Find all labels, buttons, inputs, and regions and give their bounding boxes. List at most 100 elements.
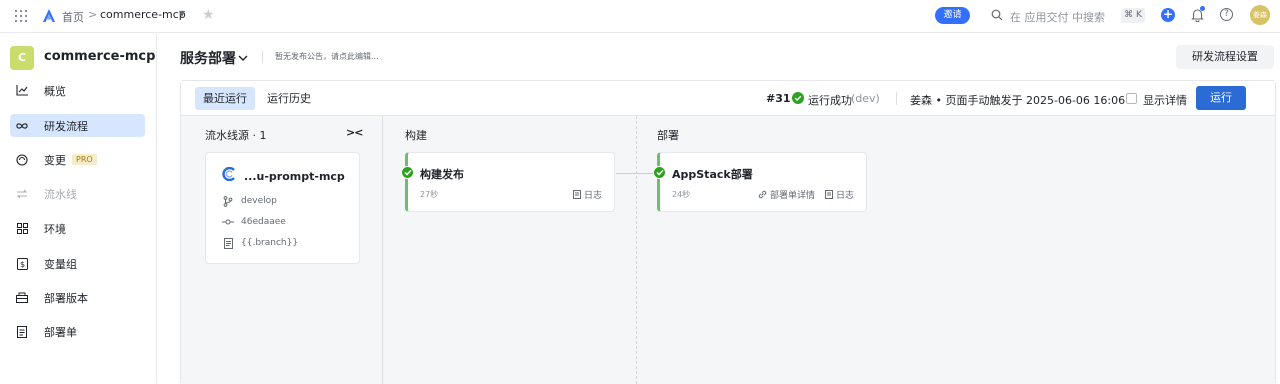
log-link[interactable]: 日志 bbox=[825, 188, 854, 201]
collapse-icon[interactable]: >< bbox=[346, 126, 363, 139]
shortcut-badge: ⌘ K bbox=[1121, 8, 1145, 23]
sidebar-item-variable-group[interactable]: $ 变量组 bbox=[10, 252, 145, 275]
sidebar-item-label: 部署版本 bbox=[44, 291, 88, 305]
sidebar-item-pipeline[interactable]: 流水线 bbox=[10, 182, 145, 205]
source-name: ...u-prompt-mcp bbox=[244, 170, 345, 183]
stage-title-build: 构建 bbox=[405, 129, 427, 142]
sidebar-item-label: 研发流程 bbox=[44, 119, 88, 133]
top-bar: 首页 > commerce-mcp ▼ ★ 邀请 在 应用交付 中搜索 ⌘ K … bbox=[0, 0, 1280, 33]
log-icon bbox=[573, 190, 581, 199]
sidebar-item-overview[interactable]: 概览 bbox=[10, 79, 145, 102]
document-icon bbox=[222, 237, 234, 249]
project-badge: C bbox=[10, 46, 34, 70]
svg-text:$: $ bbox=[19, 260, 24, 269]
column-divider bbox=[636, 116, 637, 384]
run-env: (dev) bbox=[851, 92, 880, 105]
sidebar-item-label: 概览 bbox=[44, 84, 66, 98]
document-icon bbox=[16, 325, 28, 338]
source-commit: 46edaaee bbox=[241, 217, 286, 227]
deploy-detail-link[interactable]: 部署单详情 bbox=[758, 188, 815, 201]
package-icon bbox=[16, 292, 28, 304]
breadcrumb-home[interactable]: 首页 bbox=[62, 9, 84, 25]
logo-icon[interactable] bbox=[42, 8, 56, 26]
pipeline-icon bbox=[16, 188, 28, 200]
pro-badge: PRO bbox=[72, 154, 97, 165]
commit-icon bbox=[222, 218, 234, 226]
branch-icon bbox=[222, 195, 234, 207]
search-input[interactable]: 在 应用交付 中搜索 bbox=[1010, 9, 1105, 25]
tab-run-history[interactable]: 运行历史 bbox=[259, 87, 319, 110]
link-icon bbox=[758, 190, 767, 199]
deploy-detail-label: 部署单详情 bbox=[770, 191, 816, 201]
log-label: 日志 bbox=[836, 191, 855, 201]
announcement-text[interactable]: 暂无发布公告，请点此编辑... bbox=[275, 51, 379, 62]
sidebar-item-label: 变更 bbox=[44, 153, 66, 167]
column-divider bbox=[382, 116, 383, 384]
change-icon bbox=[16, 153, 28, 166]
variable-icon: $ bbox=[16, 257, 28, 270]
run-panel-header: 最近运行 运行历史 #31 运行成功 (dev) 姜森 • 页面手动触发于 20… bbox=[181, 81, 1275, 116]
source-branch: develop bbox=[241, 196, 277, 206]
job-card-deploy[interactable]: AppStack部署 24秒 部署单详情 日志 bbox=[653, 152, 867, 212]
grid-icon bbox=[16, 223, 28, 235]
job-duration: 27秒 bbox=[420, 190, 439, 199]
divider bbox=[896, 92, 897, 105]
chevron-down-icon[interactable] bbox=[238, 51, 248, 65]
job-name: 构建发布 bbox=[420, 168, 464, 181]
job-duration: 24秒 bbox=[672, 190, 691, 199]
sidebar-item-label: 环境 bbox=[44, 222, 66, 236]
page-title[interactable]: 服务部署 bbox=[180, 48, 236, 68]
check-circle-icon bbox=[401, 166, 414, 179]
invite-button[interactable]: 邀请 bbox=[935, 7, 970, 24]
divider bbox=[262, 51, 263, 63]
show-details-label[interactable]: 显示详情 bbox=[1143, 92, 1187, 108]
run-panel: 最近运行 运行历史 #31 运行成功 (dev) 姜森 • 页面手动触发于 20… bbox=[180, 80, 1276, 384]
check-circle-icon bbox=[653, 166, 666, 179]
infinity-icon bbox=[16, 120, 28, 132]
sidebar-item-label: 流水线 bbox=[44, 187, 77, 201]
run-button[interactable]: 运行 bbox=[1196, 86, 1246, 110]
source-ref-row: {{.branch}} bbox=[222, 236, 298, 250]
avatar[interactable]: 姜森 bbox=[1250, 5, 1270, 25]
repo-logo-icon bbox=[222, 166, 236, 184]
star-icon[interactable]: ★ bbox=[202, 7, 215, 23]
notification-dot bbox=[1200, 6, 1205, 11]
log-label: 日志 bbox=[584, 191, 603, 201]
check-circle-icon bbox=[792, 92, 804, 107]
sidebar-item-change[interactable]: 变更 PRO bbox=[10, 148, 145, 171]
job-card-build[interactable]: 构建发布 27秒 日志 bbox=[401, 152, 615, 212]
sidebar-item-label: 变量组 bbox=[44, 257, 77, 271]
sidebar-item-deploy-order[interactable]: 部署单 bbox=[10, 320, 145, 343]
source-ref: {{.branch}} bbox=[241, 238, 299, 248]
source-commit-row: 46edaaee bbox=[222, 215, 286, 229]
help-icon[interactable]: ? bbox=[1220, 8, 1233, 21]
search-icon[interactable] bbox=[991, 9, 1003, 24]
main-content: 服务部署 暂无发布公告，请点此编辑... 研发流程设置 最近运行 运行历史 #3… bbox=[158, 34, 1280, 384]
trigger-info: 姜森 • 页面手动触发于 2025-06-06 16:06 bbox=[910, 94, 1126, 107]
source-branch-row: develop bbox=[222, 194, 277, 208]
run-number[interactable]: #31 bbox=[766, 92, 791, 105]
source-card[interactable]: ...u-prompt-mcp develop 46edaaee {{.bran… bbox=[205, 152, 360, 264]
dev-flow-settings-button[interactable]: 研发流程设置 bbox=[1176, 45, 1274, 69]
create-button[interactable]: + bbox=[1161, 8, 1175, 22]
app-grid-icon[interactable] bbox=[15, 10, 27, 22]
chevron-down-icon[interactable]: ▼ bbox=[179, 9, 185, 18]
sidebar-item-label: 部署单 bbox=[44, 325, 77, 339]
job-name: AppStack部署 bbox=[672, 168, 753, 181]
log-link[interactable]: 日志 bbox=[573, 188, 602, 201]
breadcrumb-project[interactable]: commerce-mcp bbox=[100, 8, 186, 21]
sidebar-item-deploy-version[interactable]: 部署版本 bbox=[10, 286, 145, 309]
log-icon bbox=[825, 190, 833, 199]
pipeline-canvas: 流水线源 · 1 >< ...u-prompt-mcp develop 46ed… bbox=[181, 116, 1275, 384]
sidebar-item-environment[interactable]: 环境 bbox=[10, 217, 145, 240]
tab-recent-runs[interactable]: 最近运行 bbox=[195, 87, 255, 110]
sidebar: C commerce-mcp 概览 研发流程 变更 PRO 流水线 环境 $ 变… bbox=[0, 34, 157, 383]
show-details-checkbox[interactable] bbox=[1126, 93, 1137, 104]
chart-line-icon bbox=[16, 85, 28, 97]
breadcrumb-separator: > bbox=[88, 8, 98, 21]
stage-title-deploy: 部署 bbox=[657, 129, 679, 142]
source-column-title: 流水线源 · 1 bbox=[205, 129, 267, 142]
stage-connector bbox=[616, 173, 657, 174]
sidebar-item-dev-flow[interactable]: 研发流程 bbox=[10, 114, 145, 137]
project-name[interactable]: commerce-mcp bbox=[44, 49, 155, 64]
